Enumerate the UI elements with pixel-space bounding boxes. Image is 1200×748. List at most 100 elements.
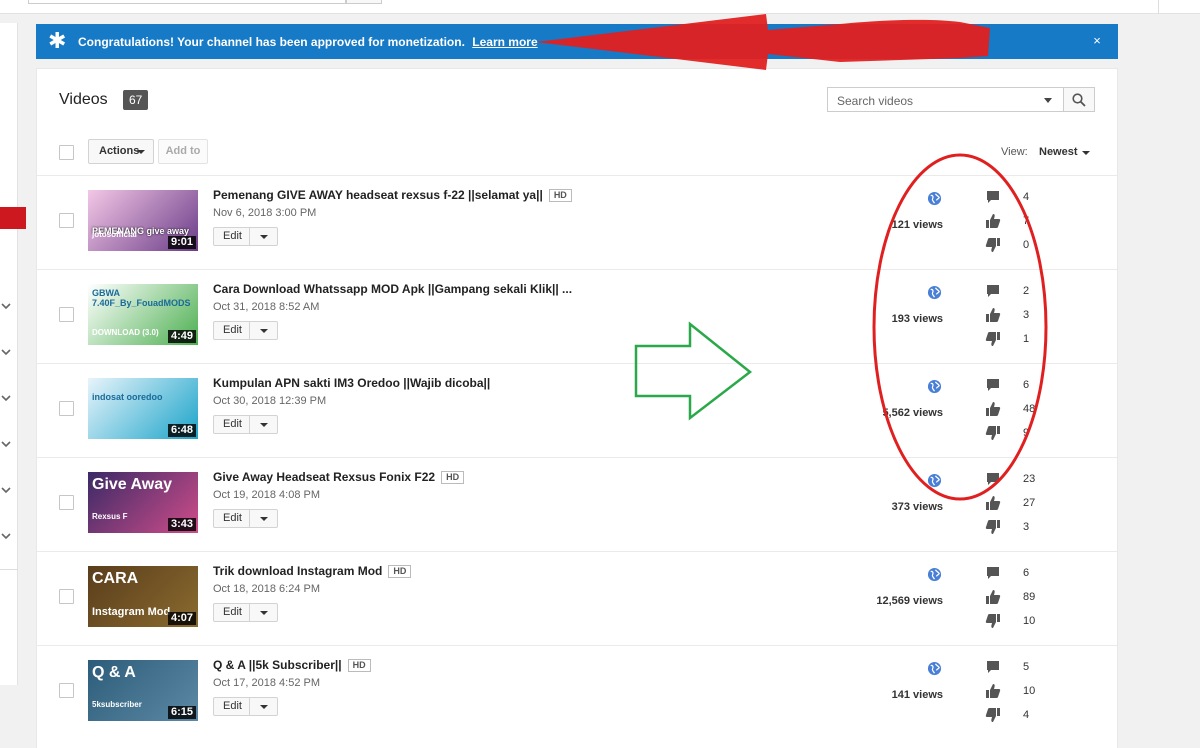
video-title[interactable]: Kumpulan APN sakti IM3 Oredoo ||Wajib di… — [213, 376, 490, 390]
search-options-dropdown-icon[interactable] — [1044, 98, 1052, 103]
edit-dropdown-button[interactable] — [250, 603, 278, 622]
video-date: Oct 31, 2018 8:52 AM — [213, 301, 320, 313]
chevron-down-icon[interactable] — [0, 530, 14, 544]
thumbnail-text: Q & A — [92, 664, 136, 681]
video-title[interactable]: Pemenang GIVE AWAY headseat rexsus f-22 … — [213, 188, 572, 202]
chevron-down-icon[interactable] — [0, 346, 14, 360]
monetization-banner: ✱ Congratulations! Your channel has been… — [36, 24, 1118, 59]
learn-more-link[interactable]: Learn more — [472, 35, 537, 49]
edit-button-group[interactable]: Edit — [213, 509, 278, 528]
edit-dropdown-button[interactable] — [250, 415, 278, 434]
edit-button[interactable]: Edit — [213, 603, 250, 622]
video-row[interactable]: Give Away Rexsus F 3:43 Give Away Headse… — [37, 457, 1117, 551]
masthead-fragment — [0, 0, 1200, 14]
edit-dropdown-button[interactable] — [250, 697, 278, 716]
video-date: Oct 17, 2018 4:52 PM — [213, 677, 321, 689]
search-input[interactable]: Search videos — [837, 94, 913, 108]
video-title[interactable]: Give Away Headseat Rexsus Fonix F22 HD — [213, 470, 465, 484]
hd-badge: HD — [388, 565, 412, 578]
comment-icon — [985, 377, 1001, 393]
view-count: 141 views — [891, 689, 943, 701]
edit-button[interactable]: Edit — [213, 697, 250, 716]
edit-button-group[interactable]: Edit — [213, 321, 278, 340]
video-count-badge: 67 — [123, 90, 149, 110]
video-checkbox[interactable] — [59, 589, 74, 604]
comment-count: 2 — [1023, 285, 1030, 297]
video-checkbox[interactable] — [59, 213, 74, 228]
search-button[interactable] — [1063, 88, 1094, 111]
masthead-search-button[interactable] — [346, 0, 382, 4]
video-row[interactable]: GBWA 7.40F_By_FouadMODS DOWNLOAD (3.0) 4… — [37, 269, 1117, 363]
edit-button-group[interactable]: Edit — [213, 415, 278, 434]
video-thumbnail[interactable]: GBWA 7.40F_By_FouadMODS DOWNLOAD (3.0) 4… — [88, 284, 198, 345]
thumbnail-text: GBWA 7.40F_By_FouadMODS — [92, 288, 191, 308]
view-label: View: — [1001, 146, 1028, 158]
video-title[interactable]: Q & A ||5k Subscriber|| HD — [213, 658, 371, 672]
dislike-count: 10 — [1023, 615, 1036, 627]
video-thumbnail[interactable]: CARA Instagram Mod 4:07 — [88, 566, 198, 627]
video-thumbnail[interactable]: Q & A 5ksubscriber 6:15 — [88, 660, 198, 721]
video-checkbox[interactable] — [59, 307, 74, 322]
asterisk-icon: ✱ — [48, 28, 67, 53]
video-row[interactable]: CARA Instagram Mod 4:07 Trik download In… — [37, 551, 1117, 645]
masthead-search-input[interactable] — [28, 0, 346, 4]
banner-message: Congratulations! Your channel has been a… — [78, 35, 538, 49]
thumbs-up-icon — [985, 589, 1001, 605]
masthead-divider — [1158, 0, 1159, 14]
video-duration: 4:49 — [167, 330, 196, 343]
edit-button-group[interactable]: Edit — [213, 697, 278, 716]
video-title-text[interactable]: Q & A ||5k Subscriber|| — [213, 658, 342, 672]
comment-count: 4 — [1023, 191, 1030, 203]
sort-select[interactable]: Newest — [1039, 146, 1090, 158]
like-count: 27 — [1023, 497, 1036, 509]
edit-dropdown-button[interactable] — [250, 509, 278, 528]
video-thumbnail[interactable]: indosat ooredoo 6:48 — [88, 378, 198, 439]
thumbs-down-icon — [985, 331, 1001, 347]
edit-button-group[interactable]: Edit — [213, 603, 278, 622]
video-title-text[interactable]: Give Away Headseat Rexsus Fonix F22 — [213, 470, 435, 484]
video-row[interactable]: PEMENANG give away jotosofficial 9:01 Pe… — [37, 175, 1117, 269]
like-count: 89 — [1023, 591, 1036, 603]
video-title[interactable]: Trik download Instagram Mod HD — [213, 564, 412, 578]
video-thumbnail[interactable]: Give Away Rexsus F 3:43 — [88, 472, 198, 533]
actions-button[interactable]: Actions — [88, 139, 154, 164]
edit-button[interactable]: Edit — [213, 321, 250, 340]
thumbs-down-icon — [985, 707, 1001, 723]
edit-button[interactable]: Edit — [213, 227, 250, 246]
chevron-down-icon[interactable] — [0, 300, 14, 314]
dislike-count: 0 — [1023, 239, 1030, 251]
video-checkbox[interactable] — [59, 683, 74, 698]
comment-icon — [985, 471, 1001, 487]
video-title[interactable]: Cara Download Whatssapp MOD Apk ||Gampan… — [213, 282, 572, 296]
video-title-text[interactable]: Cara Download Whatssapp MOD Apk ||Gampan… — [213, 282, 572, 296]
comment-count: 6 — [1023, 379, 1030, 391]
view-count: 5,562 views — [882, 407, 943, 419]
chevron-down-icon[interactable] — [0, 438, 14, 452]
close-icon[interactable]: × — [1090, 34, 1104, 48]
edit-button-group[interactable]: Edit — [213, 227, 278, 246]
chevron-down-icon[interactable] — [0, 392, 14, 406]
sidebar-active-item[interactable] — [0, 207, 26, 229]
video-row[interactable]: indosat ooredoo 6:48 Kumpulan APN sakti … — [37, 363, 1117, 457]
add-to-button[interactable]: Add to — [158, 139, 208, 164]
view-count: 193 views — [891, 313, 943, 325]
edit-dropdown-button[interactable] — [250, 227, 278, 246]
video-title-text[interactable]: Pemenang GIVE AWAY headseat rexsus f-22 … — [213, 188, 543, 202]
comment-icon — [985, 659, 1001, 675]
edit-button[interactable]: Edit — [213, 415, 250, 434]
edit-button[interactable]: Edit — [213, 509, 250, 528]
video-row[interactable]: Q & A 5ksubscriber 6:15 Q & A ||5k Subsc… — [37, 645, 1117, 739]
video-checkbox[interactable] — [59, 495, 74, 510]
sidebar-divider — [0, 569, 18, 570]
select-all-checkbox[interactable] — [59, 145, 74, 160]
video-title-text[interactable]: Kumpulan APN sakti IM3 Oredoo ||Wajib di… — [213, 376, 490, 390]
video-thumbnail[interactable]: PEMENANG give away jotosofficial 9:01 — [88, 190, 198, 251]
chevron-down-icon[interactable] — [0, 484, 14, 498]
thumbs-up-icon — [985, 401, 1001, 417]
thumbnail-text: CARA — [92, 570, 139, 587]
video-title-text[interactable]: Trik download Instagram Mod — [213, 564, 382, 578]
edit-dropdown-button[interactable] — [250, 321, 278, 340]
view-count: 121 views — [891, 219, 943, 231]
search-videos-field[interactable]: Search videos — [827, 87, 1095, 112]
video-checkbox[interactable] — [59, 401, 74, 416]
